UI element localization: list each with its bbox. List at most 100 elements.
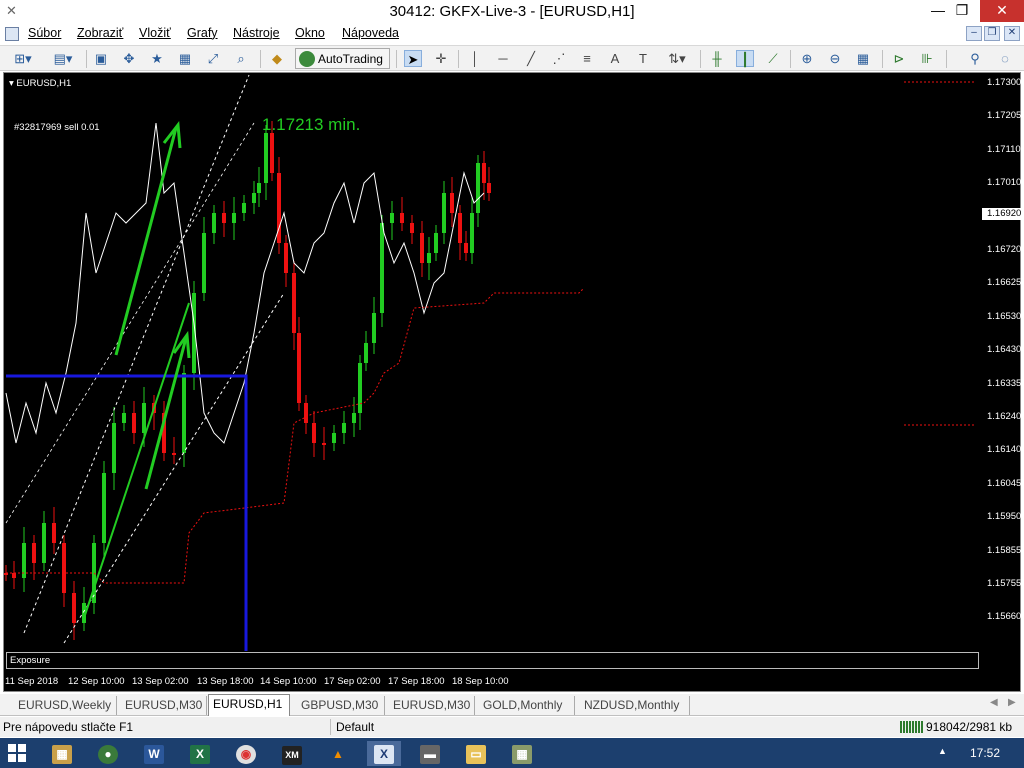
status-bar: Pre nápovedu stlačte F1 Default 918042/2…: [0, 717, 1024, 737]
data-window-icon[interactable]: ⌕: [232, 50, 250, 67]
taskbar-app-2-icon[interactable]: ●: [91, 741, 125, 766]
menu-window[interactable]: Okno: [295, 26, 325, 40]
label-icon[interactable]: T: [634, 50, 652, 67]
cursor-icon[interactable]: ➤: [404, 50, 422, 67]
taskbar-app-11-icon[interactable]: ▦: [505, 741, 539, 766]
auto-scroll-icon[interactable]: ⊳: [890, 50, 908, 67]
candle-body: [482, 163, 486, 183]
tab-eurusd-h1[interactable]: EURUSD,H1: [208, 694, 290, 716]
terminal-icon[interactable]: ▦: [176, 50, 194, 67]
taskbar-explorer-icon[interactable]: ▭: [459, 741, 493, 766]
current-price-label: 1.16920: [982, 208, 1022, 220]
windows-start-icon[interactable]: [8, 744, 26, 762]
time-tick: 18 Sep 10:00: [452, 676, 509, 687]
chat-icon[interactable]: ◌: [996, 50, 1014, 67]
tab-nzdusd-monthly[interactable]: NZDUSD,Monthly: [580, 696, 690, 715]
time-tick: 13 Sep 02:00: [132, 676, 189, 687]
price-tick: 1.17010: [987, 177, 1022, 189]
price-tick: 1.15660: [987, 611, 1022, 623]
autotrading-button[interactable]: AutoTrading: [295, 48, 390, 69]
tile-windows-icon[interactable]: ▦: [854, 50, 872, 67]
chart-window[interactable]: ▾ EURUSD,H1 #32817969 sell 0.01 1.17213 …: [3, 72, 1022, 692]
autotrading-icon: [299, 51, 315, 67]
candle-body: [352, 413, 356, 423]
navigator-icon[interactable]: ✥: [120, 50, 138, 67]
taskbar-word-icon[interactable]: W: [137, 741, 171, 766]
mdi-restore-button[interactable]: ❐: [984, 26, 1000, 41]
candle-body: [42, 523, 46, 563]
menu-insert[interactable]: Vložiť: [139, 26, 171, 40]
price-tick: 1.16335: [987, 377, 1022, 389]
price-tick: 1.16140: [987, 444, 1022, 456]
search-icon[interactable]: ⚲: [966, 50, 984, 67]
crosshair-icon[interactable]: ✛: [432, 50, 450, 67]
tab-eurusd-weekly[interactable]: EURUSD,Weekly: [14, 696, 117, 715]
price-tick: 1.15755: [987, 578, 1022, 589]
candle-body: [242, 203, 246, 213]
menu-tools[interactable]: Nástroje: [233, 26, 280, 40]
time-axis: 11 Sep 2018 12 Sep 10:00 13 Sep 02:00 13 Se…: [4, 671, 979, 689]
fibonacci-icon[interactable]: ≡: [578, 50, 596, 67]
time-tick: 14 Sep 10:00: [260, 676, 317, 687]
candle-body: [122, 413, 126, 423]
taskbar-xm-icon[interactable]: XM: [275, 741, 309, 766]
tab-gbpusd-m30[interactable]: GBPUSD,M30: [297, 696, 385, 715]
tab-scroll-left-icon[interactable]: ◀: [990, 697, 998, 708]
taskbar: ▦ ● W X ◉ XM ▲ X ▬ ▭ ▦ ▲ 17:52: [0, 738, 1024, 768]
channel-icon[interactable]: ⋰: [550, 50, 568, 67]
mdi-system-icon[interactable]: [5, 27, 19, 41]
price-tick: 1.17110: [987, 143, 1021, 155]
favorites-icon[interactable]: ★: [148, 50, 166, 67]
strategy-tester-icon[interactable]: ⤢: [204, 50, 222, 67]
bar-chart-icon[interactable]: ╫: [708, 50, 726, 67]
close-button[interactable]: ✕: [980, 0, 1024, 22]
candle-body: [142, 403, 146, 433]
candle-body: [52, 523, 56, 543]
menu-charts[interactable]: Grafy: [187, 26, 218, 40]
vertical-line-icon[interactable]: │: [466, 50, 484, 67]
candle-body: [252, 193, 256, 203]
text-icon[interactable]: A: [606, 50, 624, 67]
trendline-icon[interactable]: ╱: [522, 50, 540, 67]
taskbar-vlc-icon[interactable]: ▲: [321, 741, 355, 766]
menu-view[interactable]: Zobraziť: [77, 26, 123, 40]
tab-eurusd-m30[interactable]: EURUSD,M30: [121, 696, 207, 715]
zoom-in-icon[interactable]: ⊕: [798, 50, 816, 67]
candle-body: [372, 313, 376, 343]
taskbar-chrome-icon[interactable]: ◉: [229, 741, 263, 766]
tray-expand-icon[interactable]: ▲: [938, 746, 947, 756]
tab-eurusd-m30-2[interactable]: EURUSD,M30: [389, 696, 475, 715]
candle-body: [390, 213, 394, 223]
zoom-out-icon[interactable]: ⊖: [826, 50, 844, 67]
status-help-text: Pre nápovedu stlačte F1: [3, 720, 134, 734]
tab-scroll-right-icon[interactable]: ▶: [1008, 697, 1016, 708]
candlestick-icon[interactable]: ┃: [736, 50, 754, 67]
taskbar-app-9-icon[interactable]: ▬: [413, 741, 447, 766]
time-tick: 13 Sep 18:00: [197, 676, 254, 687]
market-watch-icon[interactable]: ▣: [92, 50, 110, 67]
time-tick: 12 Sep 10:00: [68, 676, 125, 687]
taskbar-mt4-icon[interactable]: X: [367, 741, 401, 766]
new-chart-icon[interactable]: ⊞▾: [8, 50, 38, 67]
profiles-icon[interactable]: ▤▾: [48, 50, 78, 67]
chart-shift-icon[interactable]: ⊪: [918, 50, 936, 67]
menu-file[interactable]: Súbor: [28, 26, 61, 40]
candle-body: [112, 423, 116, 473]
maximize-button[interactable]: ❐: [946, 0, 978, 22]
price-chart[interactable]: [4, 73, 979, 651]
green-arrow-line: [114, 127, 178, 356]
price-tick: 1.17205: [987, 110, 1022, 122]
horizontal-line-icon[interactable]: ─: [494, 50, 512, 67]
tab-gold-monthly[interactable]: GOLD,Monthly: [479, 696, 575, 715]
mdi-close-button[interactable]: ✕: [1004, 26, 1020, 41]
meta-editor-icon[interactable]: ◆: [268, 50, 286, 67]
mdi-minimize-button[interactable]: –: [966, 26, 982, 41]
channel-line: [23, 74, 250, 634]
candle-body: [487, 183, 491, 193]
candle-body: [222, 213, 226, 223]
taskbar-app-1-icon[interactable]: ▦: [45, 741, 79, 766]
arrows-icon[interactable]: ⇅▾: [662, 50, 692, 67]
menu-help[interactable]: Nápoveda: [342, 26, 399, 40]
line-chart-icon[interactable]: ⟋: [764, 50, 782, 67]
taskbar-excel-icon[interactable]: X: [183, 741, 217, 766]
